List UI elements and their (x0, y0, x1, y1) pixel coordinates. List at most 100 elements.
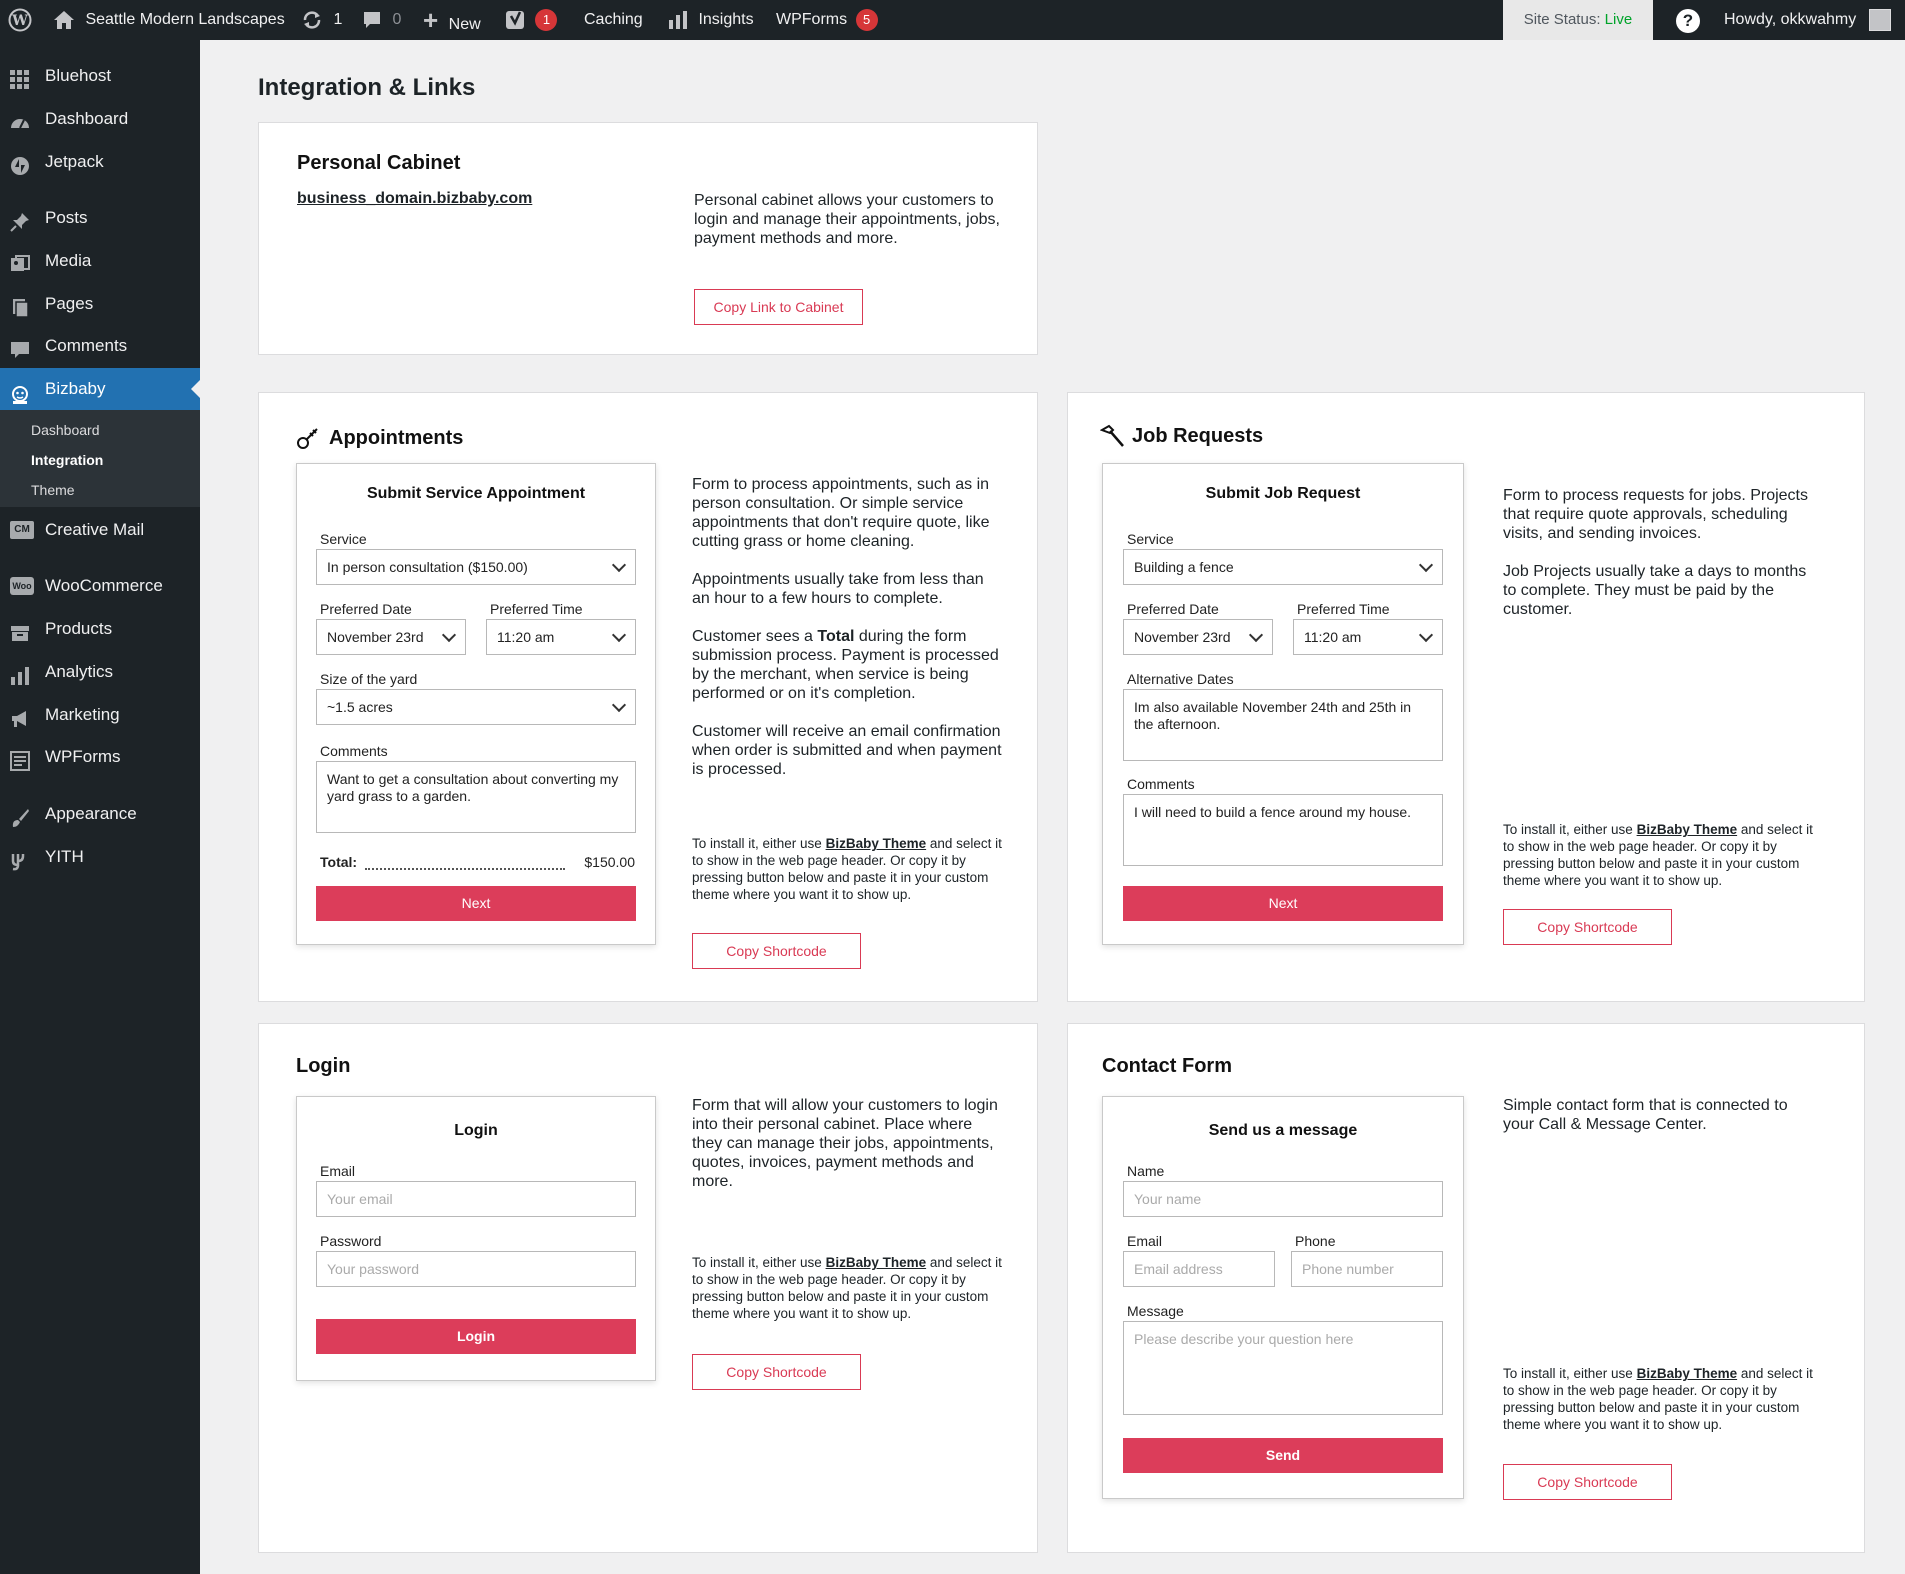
hammer-icon (1099, 424, 1126, 455)
insights-link[interactable]: Insights (668, 0, 754, 40)
avatar (1868, 8, 1891, 31)
cabinet-link[interactable]: business_domain.bizbaby.com (297, 190, 532, 208)
comment-icon (10, 336, 30, 358)
menu-item-jetpack[interactable]: Jetpack (0, 143, 200, 181)
copy-shortcode-button[interactable]: Copy Shortcode (692, 933, 861, 969)
total-label: Total: (320, 854, 358, 870)
submenu-item-dashboard[interactable]: Dashboard (31, 422, 100, 438)
menu-item-pages[interactable]: Pages (0, 285, 200, 323)
media-icon (10, 251, 30, 271)
desc-paragraph: Customer sees a Total during the form su… (692, 628, 999, 702)
job-requests-card: Job Requests Submit Job Request Service … (1067, 392, 1865, 1002)
new-content-link[interactable]: + New (423, 0, 481, 40)
woo-icon: Woo (10, 577, 34, 595)
bizbaby-theme-link[interactable]: BizBaby Theme (826, 1255, 927, 1270)
desc-paragraph: Form to process appointments, such as in… (692, 476, 990, 550)
yard-size-select[interactable]: ~1.5 acres (316, 689, 636, 725)
analytics-icon (10, 662, 30, 685)
dashboard-icon (10, 109, 30, 129)
name-input[interactable]: Your name (1123, 1181, 1443, 1217)
page-title: Integration & Links (258, 74, 476, 101)
preferred-time-select[interactable]: 11:20 am (486, 619, 636, 655)
comments-textarea[interactable]: I will need to build a fence around my h… (1123, 794, 1443, 866)
copy-shortcode-button[interactable]: Copy Shortcode (1503, 909, 1672, 945)
phone-input[interactable]: Phone number (1291, 1251, 1443, 1287)
yoast-link[interactable]: 1 (505, 0, 558, 40)
card-title: Appointments (329, 427, 464, 449)
bizbaby-theme-link[interactable]: BizBaby Theme (1637, 822, 1738, 837)
preferred-date-label: Preferred Date (320, 601, 412, 617)
bizbaby-icon (10, 379, 30, 404)
caching-link[interactable]: Caching (584, 0, 643, 40)
site-status[interactable]: Site Status: Live (1503, 0, 1653, 40)
bizbaby-theme-link[interactable]: BizBaby Theme (826, 836, 927, 851)
card-title: Job Requests (1132, 425, 1264, 447)
site-status-value: Live (1604, 11, 1633, 28)
phone-label: Phone (1295, 1233, 1336, 1249)
comments-label: Comments (1127, 776, 1195, 792)
bizbaby-theme-link[interactable]: BizBaby Theme (1637, 1366, 1738, 1381)
preferred-time-select[interactable]: 11:20 am (1293, 619, 1443, 655)
preferred-date-select[interactable]: November 23rd (316, 619, 466, 655)
menu-item-wpforms[interactable]: WPForms (0, 738, 200, 776)
send-button[interactable]: Send (1123, 1438, 1443, 1473)
menu-label: Jetpack (45, 152, 104, 171)
copy-shortcode-button[interactable]: Copy Shortcode (1503, 1464, 1672, 1500)
alternative-dates-textarea[interactable]: Im also available November 24th and 25th… (1123, 689, 1443, 761)
menu-item-media[interactable]: Media (0, 242, 200, 280)
menu-label: Analytics (45, 662, 114, 681)
megaphone-icon (10, 705, 30, 727)
copy-link-to-cabinet-button[interactable]: Copy Link to Cabinet (694, 289, 863, 325)
submenu-item-integration[interactable]: Integration (31, 452, 103, 468)
menu-item-posts[interactable]: Posts (0, 199, 200, 237)
menu-item-bluehost[interactable]: Bluehost (0, 57, 200, 95)
copy-shortcode-button[interactable]: Copy Shortcode (692, 1354, 861, 1390)
menu-item-creative-mail[interactable]: CM Creative Mail (0, 511, 200, 549)
updates-link[interactable]: 1 (301, 0, 342, 40)
menu-item-products[interactable]: Products (0, 610, 200, 648)
submenu-item-theme[interactable]: Theme (31, 482, 75, 498)
yoast-count-badge: 1 (535, 8, 558, 31)
email-input[interactable]: Your email (316, 1181, 636, 1217)
install-note: To install it, either use BizBaby Theme … (1503, 822, 1813, 888)
service-select[interactable]: Building a fence (1123, 549, 1443, 585)
comments-count: 0 (392, 11, 402, 28)
menu-item-comments[interactable]: Comments (0, 327, 200, 365)
password-input[interactable]: Your password (316, 1251, 636, 1287)
preferred-date-label: Preferred Date (1127, 601, 1219, 617)
menu-item-yith[interactable]: YITH (0, 838, 200, 876)
preferred-date-select[interactable]: November 23rd (1123, 619, 1273, 655)
next-button[interactable]: Next (316, 886, 636, 921)
contact-form-card: Contact Form Send us a message Name Your… (1067, 1023, 1865, 1553)
wpforms-label: WPForms (776, 11, 848, 28)
menu-item-appearance[interactable]: Appearance (0, 795, 200, 833)
site-name-link[interactable]: Seattle Modern Landscapes (53, 0, 285, 40)
cm-icon: CM (10, 521, 34, 539)
help-icon[interactable]: ? (1676, 9, 1700, 33)
message-textarea[interactable]: Please describe your question here (1123, 1321, 1443, 1415)
login-button[interactable]: Login (316, 1319, 636, 1354)
comments-textarea[interactable]: Want to get a consultation about convert… (316, 761, 636, 833)
account-link[interactable]: Howdy, okkwahmy (1724, 0, 1891, 40)
menu-item-woocommerce[interactable]: Woo WooCommerce (0, 567, 200, 605)
service-label: Service (1127, 531, 1174, 547)
menu-label: Comments (45, 336, 128, 355)
wpforms-icon (10, 747, 30, 771)
yoast-icon (505, 10, 527, 29)
service-select[interactable]: In person consultation ($150.00) (316, 549, 636, 585)
wpforms-link[interactable]: WPForms 5 (776, 0, 878, 40)
email-input[interactable]: Email address (1123, 1251, 1275, 1287)
updates-icon (301, 11, 323, 29)
comments-link[interactable]: 0 (362, 0, 401, 40)
comments-label: Comments (320, 743, 388, 759)
login-form-preview: Login Email Your email Password Your pas… (296, 1096, 656, 1381)
appointments-description: Form to process appointments, such as in… (692, 475, 1002, 798)
menu-item-bizbaby[interactable]: Bizbaby (0, 368, 200, 410)
pin-icon (10, 208, 30, 232)
menu-item-dashboard[interactable]: Dashboard (0, 100, 200, 138)
next-button[interactable]: Next (1123, 886, 1443, 921)
menu-item-marketing[interactable]: Marketing (0, 696, 200, 734)
login-card: Login Login Email Your email Password Yo… (258, 1023, 1038, 1553)
wordpress-logo-icon[interactable]: W (8, 0, 32, 40)
menu-item-analytics[interactable]: Analytics (0, 653, 200, 691)
